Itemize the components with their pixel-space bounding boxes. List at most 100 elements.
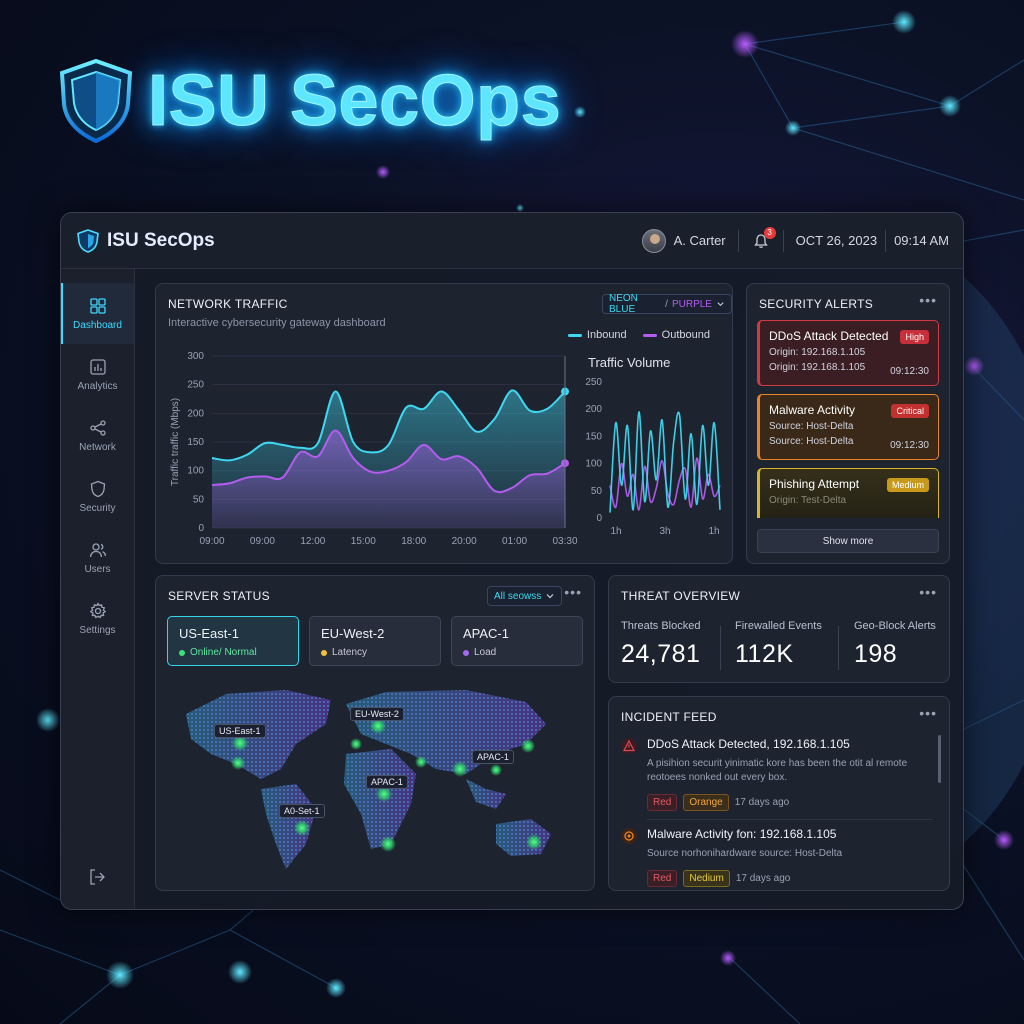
x-tick-label: 09:00 [250,536,275,547]
sidebar-item-label: Dashboard [73,319,122,331]
avatar[interactable] [641,228,666,253]
tag-badge[interactable]: Nedium [683,870,730,887]
incident-description-line: A pisihion securit yinimatic kore has be… [647,758,908,769]
map-label: APAC-1 [472,750,514,764]
server-region-apac-1[interactable]: APAC-1 Load [451,616,583,666]
map-server-marker[interactable] [415,756,427,768]
y-tick-label: 100 [585,459,602,470]
brand-name: ISU SecOps [107,229,215,251]
alert-item[interactable]: Malware Activity Critical Source: Host-D… [757,394,939,460]
sidebar-item-label: Network [79,441,116,453]
map-server-marker[interactable] [490,764,502,776]
map-server-marker[interactable] [231,756,245,770]
incident-description: A pisihion securit yinimatic kore has be… [647,757,929,785]
divider [838,626,839,670]
theme-select[interactable]: NEON BLUE / PURPLE [602,293,732,315]
show-more-button[interactable]: Show more [757,529,939,553]
traffic-volume-chart[interactable]: 250 200 150 100 50 0 1h 3h 1h [580,376,730,546]
alert-item[interactable]: Phishing Attempt Medium Origin: Test-Del… [757,468,939,518]
tag-badge[interactable]: Orange [683,794,729,811]
server-region-status: Load [463,647,571,658]
stat-value: 24,781 [621,640,701,668]
stat-threats-blocked: Threats Blocked 24,781 [621,620,700,669]
divider [647,819,933,820]
sidebar-item-label: Settings [79,624,116,636]
warning-icon [621,738,637,754]
legend-outbound-label: Outbound [661,329,710,341]
sidebar-item-label: Users [84,563,111,575]
map-label: A0-Set-1 [279,804,325,818]
incident-feed-card: INCIDENT FEED ••• DDoS Attack Detected, … [608,696,950,891]
top-bar-right: A. Carter 3 OCT 26, 2023 09:14 AM [641,226,949,253]
server-region-us-east-1[interactable]: US-East-1 Online/ Normal [167,616,299,666]
divider [885,229,887,252]
incident-description-line: reotoees nonked out every box. [647,772,788,783]
map-server-marker[interactable] [294,820,310,836]
threat-overview-card: THREAT OVERVIEW ••• Threats Blocked 24,7… [608,575,950,683]
card-subtitle: Interactive cybersecurity gateway dashbo… [168,317,386,329]
server-region-status: Latency [321,647,429,658]
shield-logo-icon [77,228,99,253]
sidebar-item-analytics[interactable]: Analytics [61,344,134,405]
tag-badge[interactable]: Red [647,870,678,887]
current-time: 09:14 AM [894,233,949,248]
y-tick-label: 200 [187,408,204,419]
card-title: THREAT OVERVIEW [621,589,741,603]
alert-time: 09:12:30 [890,440,929,451]
scrollbar[interactable] [938,735,941,783]
stat-geo-block-alerts: Geo-Block Alerts 198 [854,620,936,669]
y-tick-label: 0 [198,523,204,534]
map-label: APAC-1 [366,775,408,789]
server-region-status: Online/ Normal [179,647,287,658]
current-date: OCT 26, 2023 [795,233,878,248]
map-label: EU-West-2 [350,707,404,721]
logout-icon [90,869,105,885]
traffic-area-chart[interactable]: 300 250 200 150 100 50 0 09:00 09:00 12:00 15:00 18… [160,348,580,558]
card-title: SECURITY ALERTS [759,297,874,311]
user-name[interactable]: A. Carter [674,233,726,248]
divider [720,626,721,670]
sidebar-item-security[interactable]: Security [61,466,134,527]
more-options-icon[interactable]: ••• [919,584,937,600]
tag-badge[interactable]: Red [647,794,678,811]
incident-age: 17 days ago [735,873,791,884]
server-region-eu-west-2[interactable]: EU-West-2 Latency [309,616,441,666]
severity-badge: High [900,330,929,344]
map-server-marker[interactable] [350,738,362,750]
sidebar-item-users[interactable]: Users [61,527,134,588]
map-server-marker[interactable] [452,761,468,777]
notifications-button[interactable]: 3 [751,226,776,251]
sidebar-item-dashboard[interactable]: Dashboard [61,283,134,344]
top-bar: ISU SecOps A. Carter 3 OCT 26, 2023 09:1… [61,213,963,269]
more-options-icon[interactable]: ••• [919,705,937,721]
stat-label: Firewalled Events [735,620,822,632]
sidebar-item-network[interactable]: Network [61,405,134,466]
alert-origin: Origin: Test-Delta [769,495,847,506]
server-region-status-text: Online/ Normal [190,647,257,658]
more-options-icon[interactable]: ••• [564,584,582,600]
network-icon [89,419,106,436]
incident-item[interactable]: Malware Activity fon: 192.168.1.105 Sour… [621,827,929,887]
alert-item[interactable]: DDoS Attack Detected High Origin: 192.16… [757,320,939,386]
server-filter-select[interactable]: All seowss [487,586,563,606]
more-options-icon[interactable]: ••• [919,292,937,308]
incident-title: Malware Activity fon: 192.168.1.105 [647,827,837,841]
map-server-marker[interactable] [526,834,542,850]
map-server-marker[interactable] [380,836,396,852]
stat-value: 198 [854,640,898,668]
alert-origin: Origin: 192.168.1.105 [769,347,866,358]
logout-button[interactable] [88,868,106,891]
x-tick-label: 09:00 [199,536,224,547]
stat-label: Geo-Block Alerts [854,620,936,632]
sidebar: Dashboard Analytics Network Security Use… [61,269,135,909]
chart-legend: Inbound Outbound [567,329,710,341]
y-tick-label: 50 [193,494,205,505]
gear-icon [89,601,106,618]
map-server-marker[interactable] [521,739,535,753]
incident-age: 17 days ago [734,797,790,808]
y-tick-label: 150 [585,431,602,442]
sidebar-item-settings[interactable]: Settings [61,588,134,649]
brand[interactable]: ISU SecOps [77,228,215,253]
incident-item[interactable]: DDoS Attack Detected, 192.168.1.105 A pi… [621,737,929,811]
server-region-name: EU-West-2 [321,626,385,641]
